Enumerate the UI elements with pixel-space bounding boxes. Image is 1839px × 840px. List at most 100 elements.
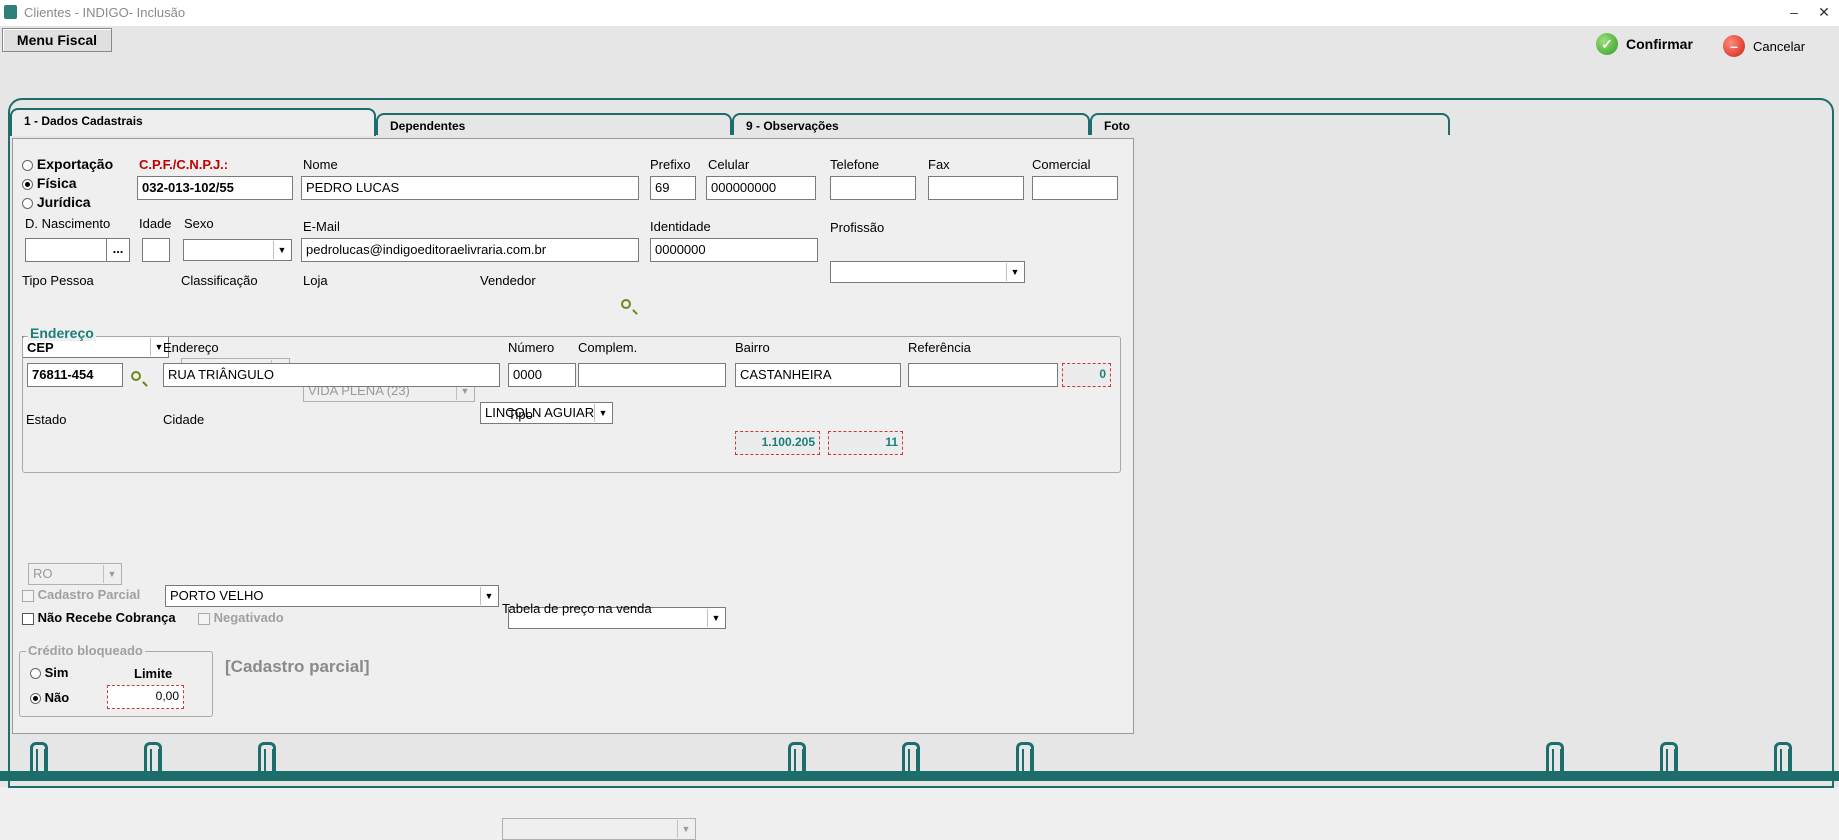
close-window-button[interactable]: ✕ (1814, 2, 1834, 22)
prefixo-label: Prefixo (650, 157, 691, 172)
radio-juridica-circle[interactable] (22, 197, 33, 209)
nascimento-label: D. Nascimento (25, 216, 111, 231)
confirmar-button[interactable]: ✓ Confirmar (1596, 31, 1693, 57)
cadastro-parcial-label: Cadastro Parcial (37, 587, 141, 602)
chevron-down-icon[interactable]: ▼ (273, 241, 290, 259)
confirmar-label: Confirmar (1626, 36, 1693, 52)
tab-observacoes[interactable]: 9 - Observações (732, 113, 1090, 135)
radio-fisica-circle[interactable] (22, 178, 33, 190)
endereco-group (22, 336, 1121, 473)
cadastro-parcial-checkbox: Cadastro Parcial (22, 587, 140, 602)
app-icon (4, 5, 17, 19)
identidade-label: Identidade (650, 219, 711, 234)
codigo-uf: 11 (828, 431, 903, 455)
referencia-input[interactable] (908, 363, 1058, 387)
chevron-down-icon[interactable]: ▼ (1006, 263, 1023, 281)
negativado-checkbox: Negativado (198, 610, 284, 625)
credito-sim-radio[interactable]: Sim (30, 665, 68, 680)
tabela-preco-select: ▼ (502, 818, 696, 840)
prefixo-input[interactable]: 69 (650, 176, 696, 200)
nome-input[interactable]: PEDRO LUCAS (301, 176, 639, 200)
estado-select: RO ▼ (28, 563, 122, 585)
binder-ring-icon (258, 742, 276, 773)
codigo-cidade: 1.100.205 (735, 431, 820, 455)
chevron-down-icon[interactable]: ▼ (480, 587, 497, 605)
tab-dependentes[interactable]: Dependentes (376, 113, 732, 135)
loja-label: Loja (303, 273, 328, 288)
cancelar-label: Cancelar (1753, 38, 1806, 54)
comercial-label: Comercial (1032, 157, 1091, 172)
radio-juridica-label: Jurídica (36, 194, 91, 210)
negativado-box (198, 612, 210, 625)
binder-ring-icon (1546, 742, 1564, 773)
comercial-input[interactable] (1032, 176, 1118, 200)
cadastro-parcial-status: [Cadastro parcial] (225, 657, 370, 676)
binder-ring-icon (30, 742, 48, 773)
right-empty-area (1150, 138, 1810, 732)
tab-dados-cadastrais[interactable]: 1 - Dados Cadastrais (10, 108, 376, 136)
sexo-label: Sexo (184, 216, 214, 231)
minus-circle-icon: – (1723, 35, 1745, 57)
estado-value: RO (33, 566, 53, 581)
complem-label: Complem. (578, 340, 638, 355)
radio-fisica-label: Física (36, 175, 77, 191)
radio-juridica[interactable]: Jurídica (22, 193, 113, 212)
cpf-input[interactable]: 032-013-102/55 (137, 176, 293, 200)
limite-input[interactable]: 0,00 (107, 685, 184, 709)
cidade-value: PORTO VELHO (170, 588, 264, 603)
title-bar: Clientes - INDIGO- Inclusão – ✕ (0, 0, 1839, 26)
tipo-pessoa-label: Tipo Pessoa (22, 273, 94, 288)
endereco-title: Endereço (28, 325, 96, 341)
bairro-input[interactable]: CASTANHEIRA (735, 363, 901, 387)
identidade-input[interactable]: 0000000 (650, 238, 818, 262)
email-input[interactable]: pedrolucas@indigoeditoraelivraria.com.br (301, 238, 639, 262)
minimize-button[interactable]: – (1784, 2, 1804, 22)
endereco-label: Endereço (163, 340, 219, 355)
tipo-cliente-group: Exportação Física Jurídica (22, 155, 113, 212)
chevron-down-icon[interactable]: ▼ (707, 609, 724, 627)
idade-input[interactable] (142, 238, 170, 262)
date-picker-button[interactable]: ... (106, 238, 130, 262)
sexo-select[interactable]: ▼ (183, 239, 292, 261)
nascimento-input[interactable] (25, 238, 107, 262)
cancelar-button[interactable]: – Cancelar (1723, 33, 1805, 59)
endereco-input[interactable]: RUA TRIÂNGULO (163, 363, 500, 387)
binder-ring-icon (902, 742, 920, 773)
search-vendedor-icon[interactable] (621, 299, 631, 309)
profissao-label: Profissão (830, 220, 885, 235)
limite-label: Limite (134, 666, 173, 681)
cep-label: CEP (27, 340, 54, 355)
classificacao-label: Classificação (181, 273, 258, 288)
radio-exportacao[interactable]: Exportação (22, 155, 113, 174)
cidade-select[interactable]: PORTO VELHO ▼ (165, 585, 499, 607)
fax-label: Fax (928, 157, 950, 172)
tab-foto[interactable]: Foto (1090, 113, 1450, 135)
telefone-label: Telefone (830, 157, 880, 172)
referencia-label: Referência (908, 340, 971, 355)
binder-ring-icon (1660, 742, 1678, 773)
cep-input[interactable]: 76811-454 (27, 363, 123, 387)
search-cep-icon[interactable] (131, 371, 141, 381)
menu-fiscal-button[interactable]: Menu Fiscal (2, 28, 112, 52)
nao-recebe-cobranca-checkbox[interactable]: Não Recebe Cobrança (22, 610, 176, 625)
celular-label: Celular (708, 157, 750, 172)
binder-ring-icon (144, 742, 162, 773)
radio-exportacao-circle[interactable] (22, 159, 33, 171)
tipo-label: Tipo (508, 407, 533, 422)
profissao-select[interactable]: ▼ (830, 261, 1025, 283)
complem-input[interactable] (578, 363, 726, 387)
nao-recebe-cobranca-box[interactable] (22, 612, 34, 625)
fax-input[interactable] (928, 176, 1024, 200)
cidade-label: Cidade (163, 412, 205, 427)
bairro-label: Bairro (735, 340, 770, 355)
celular-input[interactable]: 000000000 (706, 176, 816, 200)
binder-ring-icon (1016, 742, 1034, 773)
credito-nao-radio[interactable]: Não (30, 690, 69, 705)
credito-nao-circle[interactable] (30, 693, 41, 705)
numero-input[interactable]: 0000 (508, 363, 576, 387)
telefone-input[interactable] (830, 176, 916, 200)
radio-fisica[interactable]: Física (22, 174, 113, 193)
credito-sim-circle[interactable] (30, 668, 41, 680)
referencia-code: 0 (1062, 363, 1111, 387)
credito-title: Crédito bloqueado (26, 643, 145, 658)
